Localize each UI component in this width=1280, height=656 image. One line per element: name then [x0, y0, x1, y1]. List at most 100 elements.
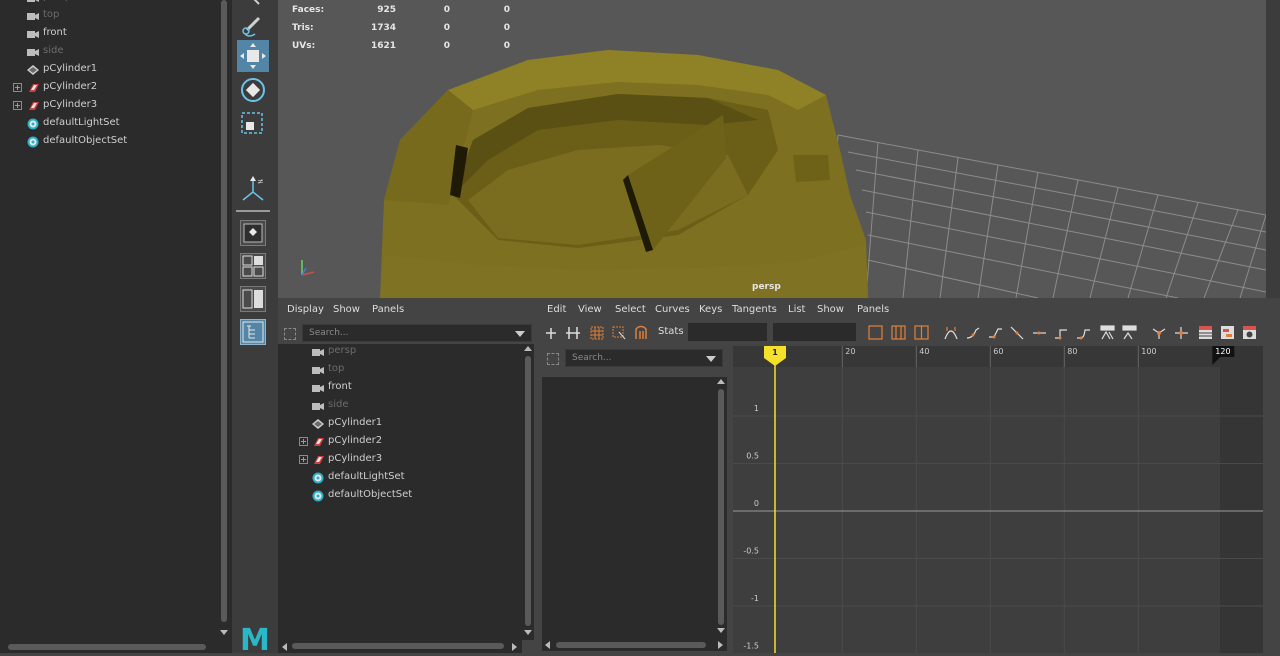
- menu-show[interactable]: Show: [333, 304, 360, 315]
- outliner-vertical-scrollbar[interactable]: [218, 0, 230, 640]
- outliner-item-label: pCylinder2: [43, 81, 98, 92]
- channel-search-field[interactable]: Search...: [565, 349, 723, 367]
- step-tangent-icon: [1055, 329, 1067, 340]
- graph-grid: 20 40 60 80 100 1 0.5 0 -0.5 -1 -1.5 120 1: [733, 346, 1263, 653]
- menu-tangents[interactable]: Tangents: [732, 304, 777, 315]
- menu-view[interactable]: View: [578, 304, 602, 315]
- group-icon: [27, 82, 39, 92]
- channel-list-vertical-scrollbar[interactable]: [715, 377, 727, 639]
- camera-label: persp: [752, 282, 781, 292]
- scroll-down-arrow-icon[interactable]: [717, 628, 725, 633]
- rotate-tool-button[interactable]: [237, 74, 269, 106]
- value-tick-label: 1: [754, 404, 759, 413]
- menu-keys[interactable]: Keys: [699, 304, 722, 315]
- auto-tangent-icon: [944, 327, 958, 340]
- stats-field-2[interactable]: [773, 323, 856, 341]
- stats-field-1[interactable]: [688, 323, 767, 341]
- expand-icon[interactable]: [299, 437, 308, 446]
- expand-icon[interactable]: [13, 101, 22, 110]
- menu-edit[interactable]: Edit: [547, 304, 566, 315]
- flat-tangent-icon: [1033, 331, 1046, 335]
- outliner-panel-vertical-scrollbar[interactable]: [522, 344, 534, 640]
- menu-list[interactable]: List: [788, 304, 805, 315]
- channel-list-horizontal-scrollbar[interactable]: [542, 639, 727, 651]
- move-tool-button[interactable]: [237, 40, 269, 72]
- frame-playback-icon: [891, 325, 906, 340]
- mesh-icon: [312, 418, 324, 429]
- value-tick-label: 0.5: [746, 452, 759, 461]
- brush-icon: [242, 16, 261, 37]
- menu-curves[interactable]: Curves: [655, 304, 690, 315]
- scroll-left-arrow-icon[interactable]: [545, 641, 550, 649]
- scroll-right-arrow-icon[interactable]: [512, 643, 517, 651]
- menu-select[interactable]: Select: [615, 304, 646, 315]
- perspective-viewport[interactable]: Faces: 925 0 0 Tris: 1734 0 0 UVs: 1621 0 0 persp: [278, 0, 1266, 298]
- menu-panels[interactable]: Panels: [857, 304, 889, 315]
- outliner-item-label: persp: [328, 345, 357, 356]
- group-icon: [312, 454, 324, 464]
- outliner-item-label: pCylinder2: [328, 435, 383, 446]
- menu-display[interactable]: Display: [287, 304, 324, 315]
- search-placeholder: Search...: [572, 353, 612, 363]
- center-current-time-icon: [914, 325, 929, 340]
- two-pane-layout-button[interactable]: [240, 286, 266, 312]
- set-icon: [27, 136, 39, 148]
- linear-tangent-icon: [1010, 326, 1024, 340]
- scale-icon: [241, 112, 263, 134]
- set-icon: [312, 472, 324, 484]
- scroll-right-arrow-icon[interactable]: [718, 641, 723, 649]
- scroll-down-arrow-icon[interactable]: [220, 630, 228, 635]
- spline-tangent-icon: [966, 327, 980, 339]
- outliner-layout-button[interactable]: [240, 319, 266, 345]
- outliner-item-label: defaultObjectSet: [328, 489, 413, 500]
- soft-mod-tool-button[interactable]: ≠: [237, 172, 269, 204]
- retime-tool-icon: [635, 325, 647, 339]
- outliner-item-label: pCylinder3: [328, 453, 383, 464]
- filter-icon[interactable]: [284, 328, 296, 340]
- svg-text:≠: ≠: [257, 177, 264, 186]
- plateau-tangent-icon: [1077, 329, 1090, 340]
- move-key-icon: [546, 328, 556, 339]
- curve-graph-area[interactable]: 20 40 60 80 100 1 0.5 0 -0.5 -1 -1.5 120 1: [733, 346, 1263, 653]
- mesh-icon: [27, 64, 39, 75]
- expand-icon[interactable]: [299, 455, 308, 464]
- frame-all-icon: [868, 325, 883, 340]
- outliner-horizontal-scrollbar[interactable]: [0, 641, 218, 653]
- camera-icon: [312, 364, 324, 374]
- menu-show[interactable]: Show: [817, 304, 844, 315]
- stats-label: Stats: [658, 326, 684, 337]
- viewport-right-strip: [1266, 0, 1280, 298]
- scroll-down-arrow-icon[interactable]: [524, 630, 532, 635]
- outliner-item-label: pCylinder1: [43, 63, 98, 74]
- cylinder-mesh: [380, 50, 868, 298]
- four-pane-layout-button[interactable]: [240, 253, 266, 279]
- menu-panels[interactable]: Panels: [372, 304, 404, 315]
- scroll-up-arrow-icon[interactable]: [717, 379, 725, 384]
- scrollbar-thumb[interactable]: [221, 0, 227, 622]
- camera-icon: [27, 28, 39, 38]
- filter-icon[interactable]: [547, 353, 559, 365]
- expand-icon[interactable]: [13, 83, 22, 92]
- outliner-menu-bar: Display Show Panels: [278, 298, 536, 324]
- dope-sheet-icon: [1199, 326, 1212, 339]
- scroll-left-arrow-icon[interactable]: [282, 643, 287, 651]
- paint-select-tool-button[interactable]: [237, 8, 269, 40]
- outliner-item-label: defaultLightSet: [43, 117, 120, 128]
- camera-icon: [27, 0, 39, 2]
- end-frame-flag-icon: [1212, 357, 1221, 365]
- scroll-up-arrow-icon[interactable]: [524, 346, 532, 351]
- outliner-list: persp top front side pCylinder1 pCylinder2 pCy…: [278, 344, 522, 640]
- value-tick-label: 0: [754, 499, 759, 508]
- outliner-search-field[interactable]: Search...: [302, 324, 532, 342]
- scale-tool-button[interactable]: [237, 108, 269, 140]
- buffer-curve-snapshot-icon: [1100, 325, 1115, 340]
- outliner-side-panel: persptopfrontsidepCylinder1pCylinder2pCy…: [0, 0, 232, 653]
- value-tick-label: -1: [751, 594, 759, 603]
- dropdown-arrow-icon[interactable]: [515, 331, 525, 337]
- dropdown-arrow-icon[interactable]: [706, 356, 716, 362]
- set-icon: [312, 490, 324, 502]
- single-pane-layout-button[interactable]: [240, 220, 266, 246]
- break-tangents-icon: [1152, 328, 1166, 339]
- outliner-item-label: top: [43, 9, 60, 20]
- outliner-panel-horizontal-scrollbar[interactable]: [278, 640, 522, 653]
